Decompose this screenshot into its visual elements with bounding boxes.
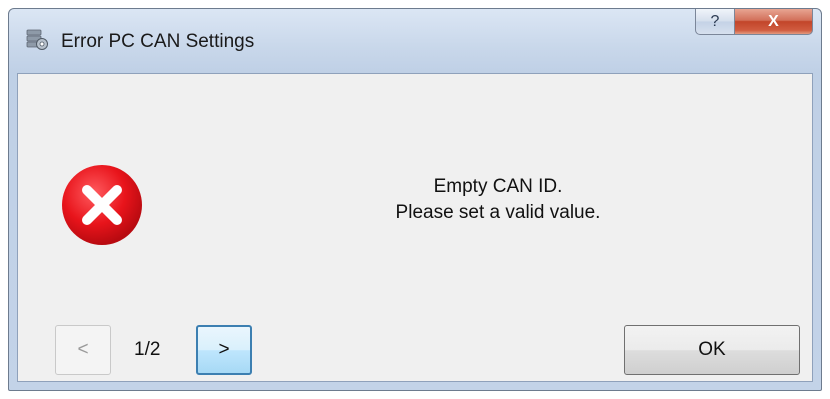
page-indicator: 1/2 [134,339,161,360]
dialog-content: Empty CAN ID. Please set a valid value. … [17,73,813,382]
ok-button[interactable]: OK [624,325,800,375]
chevron-left-icon: < [77,339,89,360]
title-bar[interactable]: Error PC CAN Settings ? X [9,9,821,73]
close-button[interactable]: X [735,9,813,35]
error-dialog-window: Error PC CAN Settings ? X Empty CAN ID. … [8,8,822,391]
message-line-2: Please set a valid value. [395,202,601,223]
settings-app-icon [25,27,49,51]
message-line-1: Empty CAN ID. [433,176,563,197]
error-icon [60,163,144,247]
help-icon: ? [710,12,720,30]
close-icon: X [768,12,779,30]
help-button[interactable]: ? [695,9,735,35]
caption-buttons: ? X [695,9,813,36]
previous-button[interactable]: < [55,325,111,375]
ok-button-label: OK [698,339,726,360]
window-title: Error PC CAN Settings [61,31,255,52]
next-button[interactable]: > [196,325,252,375]
chevron-right-icon: > [218,339,230,360]
error-message: Empty CAN ID. Please set a valid value. [218,174,778,226]
